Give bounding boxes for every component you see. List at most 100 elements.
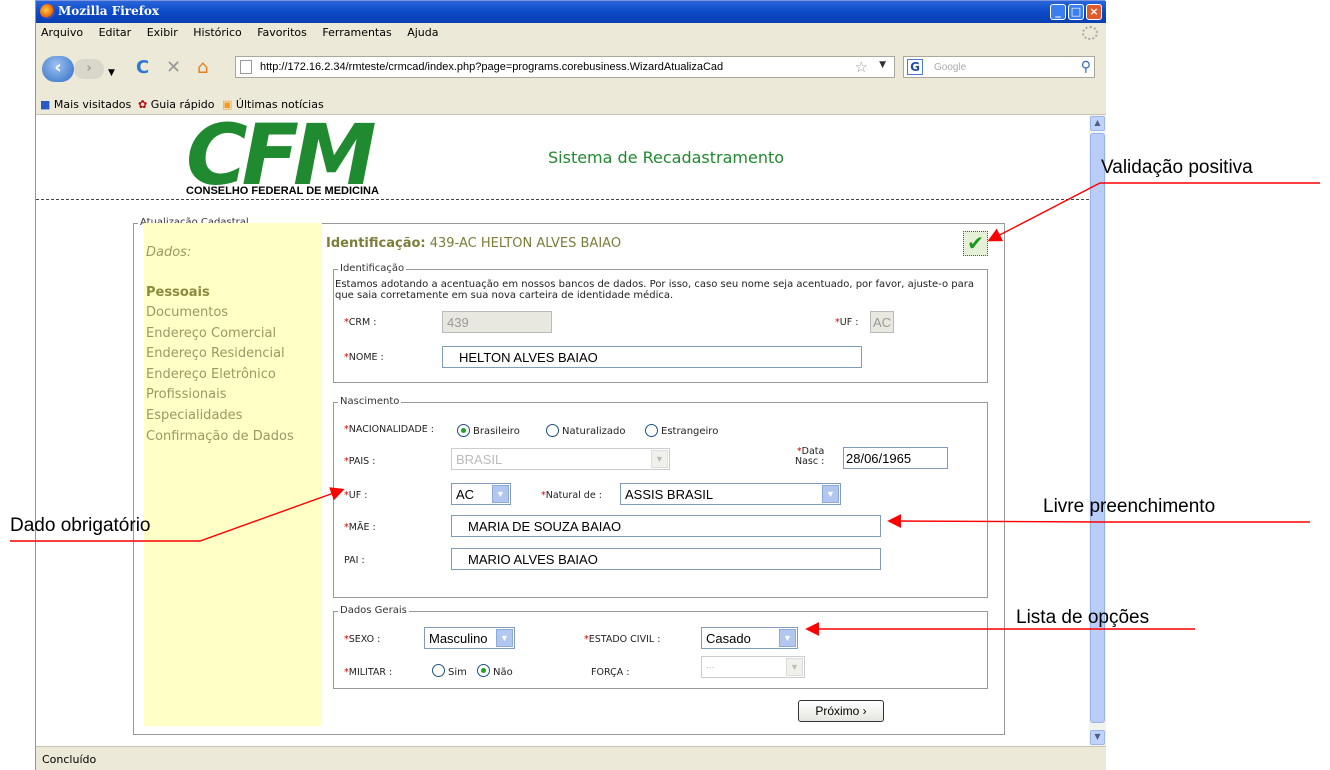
google-engine-icon[interactable]: G <box>907 59 923 75</box>
menu-bar: Arquivo Editar Exibir Histórico Favorito… <box>36 23 1106 43</box>
sidebar-item-documentos[interactable]: Documentos <box>146 305 228 320</box>
rss-icon: ▣ <box>222 98 233 111</box>
radio-brasileiro[interactable] <box>457 424 470 437</box>
forca-select[interactable]: ... ▼ <box>701 656 805 678</box>
sidebar-item-especialidades[interactable]: Especialidades <box>146 408 242 423</box>
uf-nasc-select[interactable]: AC ▼ <box>451 483 511 505</box>
pai-field[interactable]: MARIO ALVES BAIAO <box>451 548 881 570</box>
history-dropdown-icon[interactable]: ▼ <box>108 63 115 83</box>
sidebar-item-endereco-eletronico[interactable]: Endereço Eletrônico <box>146 367 276 382</box>
data-nasc-label: *Data Nasc : <box>795 446 825 467</box>
bookmark-ultimas-noticias[interactable]: ▣ Últimas notícias <box>222 98 324 111</box>
vertical-scrollbar[interactable]: ▲ ▼ <box>1089 115 1106 746</box>
title-bar: Mozilla Firefox _ □ × <box>36 1 1106 23</box>
firefox-bookmark-icon: ✿ <box>138 98 148 111</box>
status-bar: Concluído <box>36 746 1106 770</box>
accent-notice: Estamos adotando a acentuação em nossos … <box>335 279 974 301</box>
identification-heading: Identificação: 439-AC HELTON ALVES BAIAO <box>326 236 622 251</box>
nacionalidade-label: *NACIONALIDADE : <box>344 424 434 435</box>
chevron-down-icon: ▼ <box>786 658 803 676</box>
sidebar-item-pessoais[interactable]: Pessoais <box>146 285 210 300</box>
bookmarks-toolbar: ■ Mais visitados ✿ Guia rápido ▣ Últimas… <box>36 93 1106 115</box>
search-icon[interactable]: ⚲ <box>1081 59 1091 75</box>
crm-label: *CRM : <box>344 317 377 328</box>
sidebar-item-endereco-comercial[interactable]: Endereço Comercial <box>146 326 276 341</box>
next-button[interactable]: Próximo › <box>798 700 884 722</box>
chevron-down-icon: ▼ <box>822 485 839 503</box>
nome-field[interactable]: HELTON ALVES BAIAO <box>442 346 862 368</box>
radio-militar-sim[interactable] <box>432 664 445 677</box>
uf-field[interactable]: AC <box>870 311 894 333</box>
back-button[interactable]: ‹ <box>42 56 74 82</box>
scroll-down-icon[interactable]: ▼ <box>1090 730 1105 745</box>
forca-label: FORÇA : <box>591 667 630 678</box>
search-bar[interactable]: G Google ⚲ <box>903 56 1095 78</box>
mae-field[interactable]: MARIA DE SOUZA BAIAO <box>451 515 881 537</box>
sidebar-item-profissionais[interactable]: Profissionais <box>146 387 227 402</box>
crm-field[interactable]: 439 <box>442 311 552 333</box>
menu-editar[interactable]: Editar <box>94 23 139 39</box>
forward-button[interactable]: › <box>74 59 104 79</box>
url-bar[interactable]: http://172.16.2.34/rmteste/crmcad/index.… <box>235 56 895 78</box>
radio-brasileiro-label: Brasileiro <box>473 426 520 437</box>
page-content: CFM CONSELHO FEDERAL DE MEDICINA Sistema… <box>36 115 1089 746</box>
radio-estrangeiro-label: Estrangeiro <box>661 426 719 437</box>
uf-label: *UF : <box>835 317 859 328</box>
bookmark-mais-visitados[interactable]: ■ Mais visitados <box>40 98 131 111</box>
stop-icon[interactable]: ✕ <box>166 58 181 78</box>
bookmark-guia-rapido[interactable]: ✿ Guia rápido <box>138 98 215 111</box>
url-text: http://172.16.2.34/rmteste/crmcad/index.… <box>260 61 724 73</box>
browser-window: Mozilla Firefox _ □ × Arquivo Editar Exi… <box>35 0 1106 770</box>
throbber-icon <box>1082 26 1098 40</box>
dados-gerais-fieldset: Dados Gerais <box>333 605 988 689</box>
validation-check-icon: ✔ <box>963 231 988 256</box>
sidebar-item-endereco-residencial[interactable]: Endereço Residencial <box>146 346 285 361</box>
data-nasc-field[interactable]: 28/06/1965 <box>843 447 948 469</box>
chevron-down-icon: ▼ <box>496 629 513 647</box>
mae-label: *MÃE : <box>344 522 376 533</box>
navigation-toolbar: ‹ › ▼ C ✕ ⌂ http://172.16.2.34/rmteste/c… <box>36 43 1106 93</box>
firefox-icon <box>40 4 55 19</box>
radio-militar-sim-label: Sim <box>448 667 467 678</box>
close-button[interactable]: × <box>1086 4 1102 20</box>
pai-label: PAI : <box>344 555 365 566</box>
radio-estrangeiro[interactable] <box>645 424 658 437</box>
radio-naturalizado[interactable] <box>546 424 559 437</box>
nascimento-legend: Nascimento <box>338 396 402 407</box>
annotation-livre: Livre preenchimento <box>1043 496 1216 517</box>
minimize-button[interactable]: _ <box>1050 4 1066 20</box>
menu-ajuda[interactable]: Ajuda <box>402 23 445 39</box>
sidebar-item-confirmacao[interactable]: Confirmação de Dados <box>146 429 294 444</box>
scroll-up-icon[interactable]: ▲ <box>1090 116 1105 131</box>
menu-favoritos[interactable]: Favoritos <box>252 23 314 39</box>
menu-arquivo[interactable]: Arquivo <box>36 23 90 39</box>
sexo-label: *SEXO : <box>344 634 381 645</box>
annotation-lista: Lista de opções <box>1016 607 1150 628</box>
natural-de-label: *Natural de : <box>541 490 602 501</box>
bookmark-star-icon[interactable]: ☆ <box>855 58 868 76</box>
sidebar-title: Dados: <box>146 245 192 260</box>
url-dropdown-icon[interactable]: ▼ <box>879 60 886 70</box>
menu-ferramentas[interactable]: Ferramentas <box>317 23 398 39</box>
identificacao-legend: Identificação <box>338 263 407 274</box>
chevron-down-icon: ▼ <box>779 629 796 647</box>
window-title: Mozilla Firefox <box>58 4 160 18</box>
home-icon[interactable]: ⌂ <box>197 58 208 78</box>
chevron-down-icon: ▼ <box>492 485 509 503</box>
maximize-button[interactable]: □ <box>1068 4 1084 20</box>
pais-select[interactable]: BRASIL ▼ <box>451 448 670 470</box>
status-text: Concluído <box>42 753 97 766</box>
menu-historico[interactable]: Histórico <box>188 23 248 39</box>
radio-militar-nao-label: Não <box>493 667 513 678</box>
dados-gerais-legend: Dados Gerais <box>338 605 409 616</box>
menu-exibir[interactable]: Exibir <box>142 23 185 39</box>
radio-militar-nao[interactable] <box>477 664 490 677</box>
system-title: Sistema de Recadastramento <box>548 148 785 167</box>
reload-icon[interactable]: C <box>136 58 149 78</box>
estado-civil-select[interactable]: Casado ▼ <box>701 627 798 649</box>
page-icon <box>240 60 252 74</box>
nome-label: *NOME : <box>344 352 384 363</box>
scrollbar-thumb[interactable] <box>1090 133 1105 723</box>
sexo-select[interactable]: Masculino ▼ <box>424 627 515 649</box>
natural-de-select[interactable]: ASSIS BRASIL ▼ <box>620 483 841 505</box>
